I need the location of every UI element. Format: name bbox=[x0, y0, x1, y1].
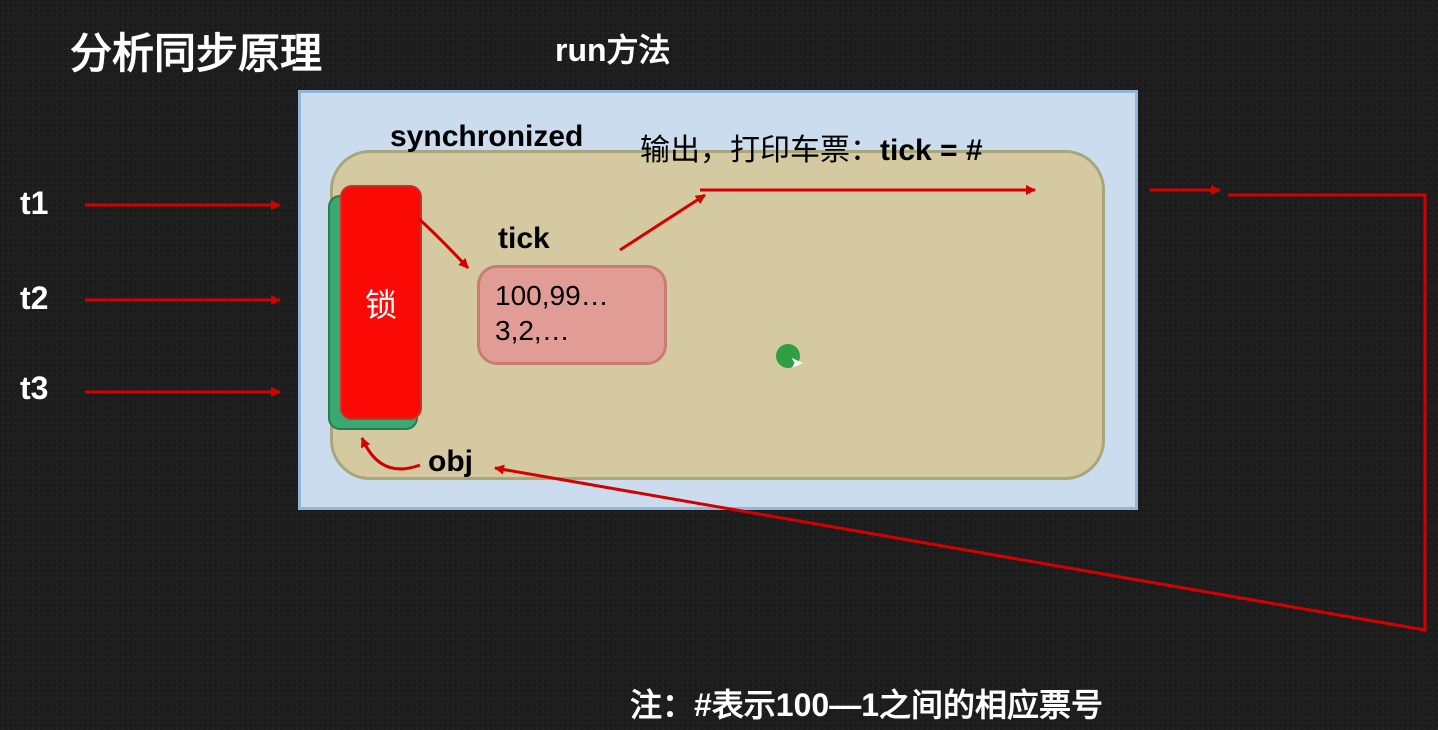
synchronized-block-box bbox=[330, 150, 1105, 480]
lock-object: 锁 bbox=[340, 185, 422, 420]
thread-t3-label: t3 bbox=[20, 370, 48, 407]
lock-label: 锁 bbox=[365, 280, 397, 326]
tick-value-line2: 3,2,… bbox=[495, 313, 649, 348]
tick-label: tick bbox=[498, 222, 550, 256]
output-text-prefix: 输出，打印车票： bbox=[640, 134, 880, 167]
tick-value-line1: 100,99… bbox=[495, 278, 649, 313]
cursor-highlight-dot bbox=[776, 344, 800, 368]
thread-t2-label: t2 bbox=[20, 280, 48, 317]
obj-label: obj bbox=[428, 445, 473, 479]
footnote: 注：#表示100—1之间的相应票号 bbox=[630, 680, 1103, 726]
thread-t1-label: t1 bbox=[20, 185, 48, 222]
tick-equals-hash: tick = # bbox=[880, 134, 983, 167]
page-title: 分析同步原理 bbox=[70, 20, 322, 81]
run-method-label: run方法 bbox=[555, 25, 671, 71]
synchronized-label: synchronized bbox=[390, 120, 583, 154]
output-label: 输出，打印车票：tick = # bbox=[640, 125, 983, 169]
tick-variable-box: 100,99… 3,2,… bbox=[477, 265, 667, 365]
